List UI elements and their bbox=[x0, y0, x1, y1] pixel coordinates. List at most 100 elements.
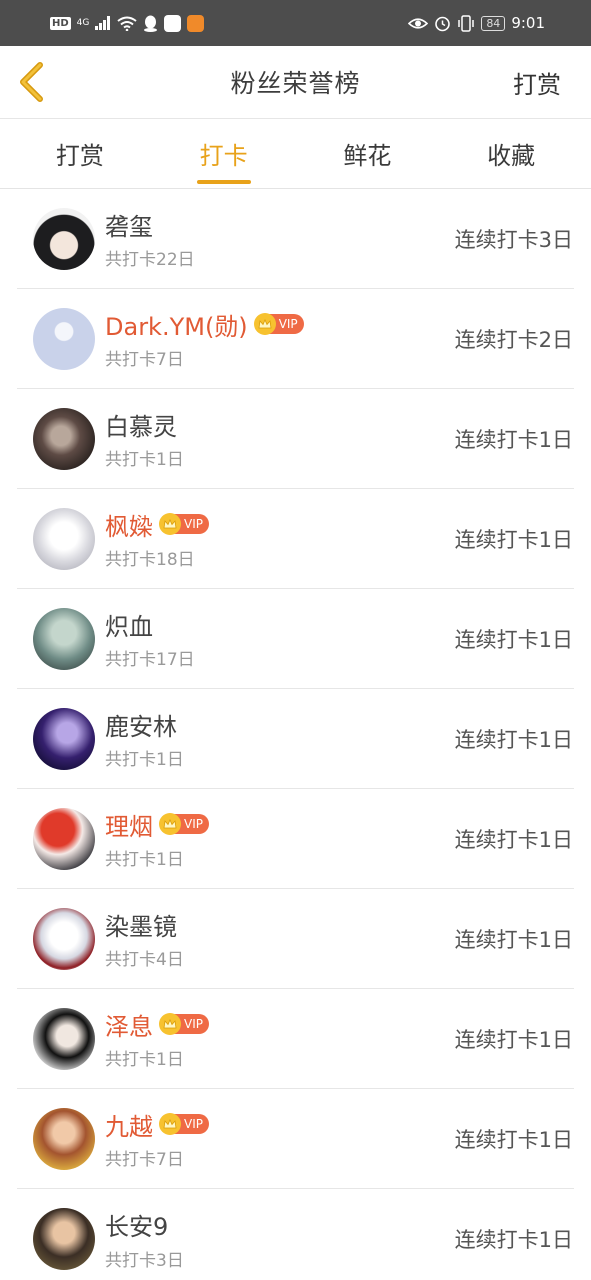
fan-name: 枫媣 bbox=[105, 512, 153, 541]
fan-row[interactable]: Dark.YM(勋) VIP 共打卡7日 连续打卡2日 bbox=[17, 289, 574, 389]
tab-label: 打卡 bbox=[199, 142, 248, 170]
fan-info: Dark.YM(勋) VIP 共打卡7日 bbox=[105, 307, 455, 370]
fan-name: 泽息 bbox=[105, 1012, 153, 1041]
streak-days: 连续打卡1日 bbox=[454, 727, 573, 752]
total-checkins: 共打卡4日 bbox=[105, 950, 184, 970]
fan-name: Dark.YM(勋) bbox=[105, 312, 248, 341]
avatar[interactable] bbox=[33, 707, 95, 770]
vip-label: VIP bbox=[184, 1017, 203, 1031]
avatar[interactable] bbox=[33, 1208, 95, 1270]
alarm-icon bbox=[435, 16, 451, 31]
crown-icon bbox=[253, 313, 276, 335]
total-checkins: 共打卡1日 bbox=[105, 450, 184, 470]
battery-indicator: 84 bbox=[481, 15, 506, 31]
streak-days: 连续打卡1日 bbox=[454, 627, 573, 652]
vip-badge: VIP bbox=[159, 1113, 209, 1135]
name-line: 砻玺 bbox=[105, 209, 455, 241]
fan-info: 炽血 共打卡17日 bbox=[105, 607, 455, 671]
reward-button[interactable]: 打赏 bbox=[513, 65, 561, 100]
streak-days: 连续打卡1日 bbox=[454, 427, 573, 452]
avatar[interactable] bbox=[33, 1107, 95, 1170]
vip-label: VIP bbox=[184, 817, 203, 831]
video-app-icon bbox=[187, 14, 205, 32]
fan-info: 九越 VIP 共打卡7日 bbox=[105, 1107, 455, 1170]
network-type: 4G bbox=[76, 18, 90, 28]
fan-name: 砻玺 bbox=[105, 212, 153, 241]
fan-row[interactable]: 理烟 VIP 共打卡1日 连续打卡1日 bbox=[17, 789, 574, 889]
avatar[interactable] bbox=[33, 807, 95, 870]
name-line: 白慕灵 bbox=[105, 409, 455, 441]
name-line: 长安9 bbox=[105, 1210, 455, 1241]
tab-label: 打赏 bbox=[55, 142, 104, 170]
avatar[interactable] bbox=[33, 607, 95, 670]
name-line: 九越 VIP bbox=[105, 1109, 455, 1141]
total-checkins: 共打卡22日 bbox=[105, 250, 195, 270]
fan-row[interactable]: 砻玺 共打卡22日 连续打卡3日 bbox=[17, 189, 574, 289]
streak-days: 连续打卡3日 bbox=[454, 227, 573, 252]
streak-days: 连续打卡1日 bbox=[454, 827, 573, 852]
status-bar: HD 4G 84 9:01 bbox=[0, 0, 591, 46]
fan-row[interactable]: 枫媣 VIP 共打卡18日 连续打卡1日 bbox=[17, 489, 574, 589]
name-line: 炽血 bbox=[105, 609, 455, 641]
tab-flowers[interactable]: 鲜花 bbox=[296, 119, 440, 188]
crown-icon bbox=[159, 1013, 181, 1035]
total-checkins: 共打卡1日 bbox=[105, 750, 184, 770]
fan-row[interactable]: 泽息 VIP 共打卡1日 连续打卡1日 bbox=[17, 989, 574, 1089]
fan-name: 长安9 bbox=[105, 1213, 169, 1241]
total-checkins: 共打卡7日 bbox=[105, 350, 184, 370]
vip-label: VIP bbox=[278, 317, 298, 331]
app-header: 粉丝荣誉榜 打赏 bbox=[0, 46, 591, 118]
avatar[interactable] bbox=[33, 1007, 95, 1070]
clock: 9:01 bbox=[511, 14, 545, 32]
total-checkins: 共打卡1日 bbox=[105, 1050, 184, 1070]
tab-favorites[interactable]: 收藏 bbox=[439, 119, 583, 188]
fan-row[interactable]: 九越 VIP 共打卡7日 连续打卡1日 bbox=[17, 1089, 574, 1189]
fan-name: 理烟 bbox=[105, 812, 153, 841]
total-checkins: 共打卡1日 bbox=[105, 850, 184, 870]
fan-info: 砻玺 共打卡22日 bbox=[105, 207, 455, 271]
fan-info: 染墨镜 共打卡4日 bbox=[105, 907, 455, 971]
streak-days: 连续打卡1日 bbox=[454, 1127, 573, 1152]
status-right: 84 9:01 bbox=[408, 14, 545, 32]
fan-row[interactable]: 鹿安林 共打卡1日 连续打卡1日 bbox=[17, 689, 574, 789]
back-arrow-icon bbox=[20, 62, 43, 102]
avatar[interactable] bbox=[33, 907, 95, 970]
back-button[interactable] bbox=[14, 60, 54, 104]
fan-info: 鹿安林 共打卡1日 bbox=[105, 707, 455, 771]
avatar[interactable] bbox=[33, 207, 95, 270]
crown-icon bbox=[159, 513, 181, 535]
vip-badge: VIP bbox=[159, 513, 209, 535]
fan-row[interactable]: 染墨镜 共打卡4日 连续打卡1日 bbox=[17, 889, 574, 989]
fan-name: 炽血 bbox=[105, 612, 153, 641]
fan-row[interactable]: 白慕灵 共打卡1日 连续打卡1日 bbox=[17, 389, 574, 489]
page-title: 粉丝荣誉榜 bbox=[230, 69, 361, 98]
fan-row[interactable]: 炽血 共打卡17日 连续打卡1日 bbox=[17, 589, 574, 689]
fan-name: 白慕灵 bbox=[105, 412, 177, 441]
fan-name: 染墨镜 bbox=[105, 912, 177, 941]
avatar[interactable] bbox=[33, 507, 95, 570]
crown-icon bbox=[159, 1113, 181, 1135]
fan-row[interactable]: 长安9 共打卡3日 连续打卡1日 bbox=[17, 1189, 574, 1280]
fan-info: 枫媣 VIP 共打卡18日 bbox=[105, 507, 455, 570]
vibrate-icon bbox=[458, 14, 475, 32]
total-checkins: 共打卡3日 bbox=[105, 1250, 184, 1271]
total-checkins: 共打卡7日 bbox=[105, 1150, 184, 1170]
vip-label: VIP bbox=[184, 1117, 203, 1131]
avatar[interactable] bbox=[33, 307, 95, 370]
hd-indicator: HD bbox=[50, 16, 71, 30]
wifi-icon bbox=[117, 16, 137, 31]
streak-days: 连续打卡1日 bbox=[454, 1228, 573, 1252]
vip-badge: VIP bbox=[159, 813, 209, 835]
streak-days: 连续打卡1日 bbox=[454, 1027, 573, 1052]
active-tab-indicator bbox=[196, 180, 251, 184]
fan-info: 长安9 共打卡3日 bbox=[105, 1208, 455, 1271]
name-line: 枫媣 VIP bbox=[105, 509, 455, 541]
fan-list: 砻玺 共打卡22日 连续打卡3日 Dark.YM(勋) VIP 共打卡7日 连续… bbox=[0, 189, 591, 1280]
fan-info: 白慕灵 共打卡1日 bbox=[105, 407, 455, 471]
fan-info: 泽息 VIP 共打卡1日 bbox=[105, 1007, 455, 1070]
avatar[interactable] bbox=[33, 407, 95, 470]
tab-reward[interactable]: 打赏 bbox=[8, 119, 152, 188]
streak-days: 连续打卡1日 bbox=[454, 927, 573, 952]
signal-icon bbox=[95, 16, 111, 30]
tab-checkin[interactable]: 打卡 bbox=[152, 119, 296, 188]
